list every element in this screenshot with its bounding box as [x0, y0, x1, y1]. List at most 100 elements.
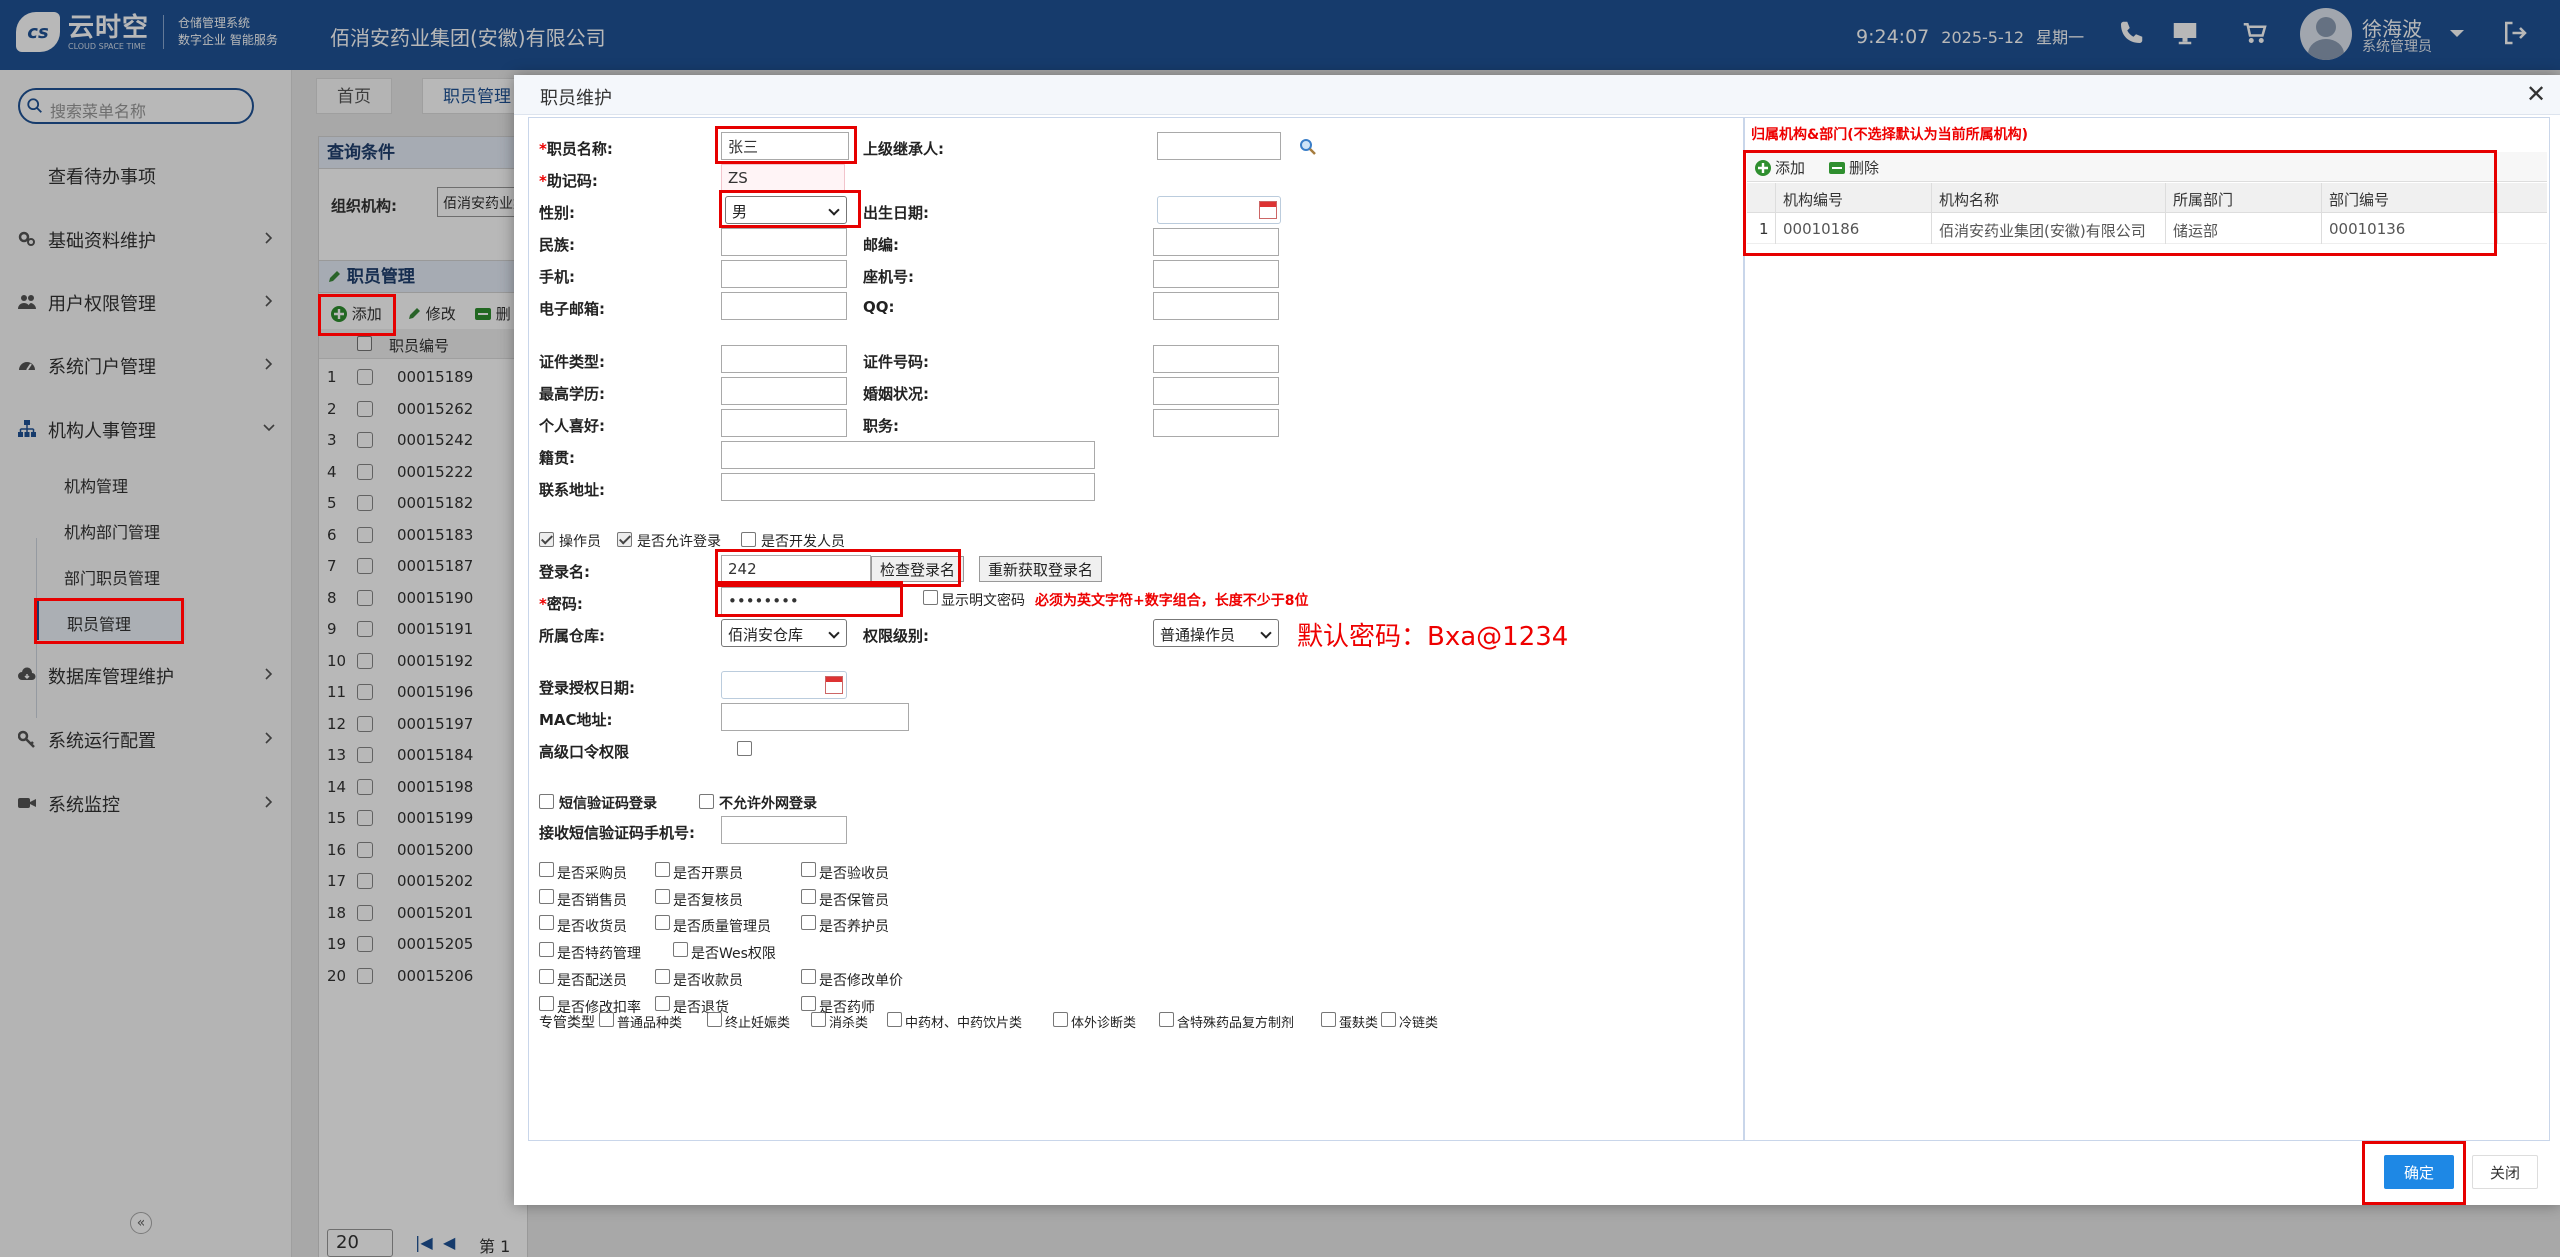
staff-form: *职员名称: 上级继承人: *助记码: 性别: 男 出生日期: 民族: 邮编: …: [528, 117, 1744, 1141]
role-checkbox[interactable]: [539, 862, 554, 877]
qq-field[interactable]: [1153, 292, 1279, 320]
special-type-label: 普通品种类: [617, 1016, 683, 1031]
login-name-label: 登录名:: [539, 563, 590, 581]
allow-login-checkbox[interactable]: [617, 532, 632, 547]
address-field[interactable]: [721, 473, 1095, 501]
role-label: 是否复核员: [673, 892, 743, 909]
mnemonic-field[interactable]: [721, 164, 845, 192]
special-type-checkbox[interactable]: [811, 1012, 826, 1027]
role-checkbox[interactable]: [801, 888, 816, 904]
org-dept-title: 归属机构&部门(不选择默认为当前所属机构): [1751, 127, 2029, 143]
landline-field[interactable]: [1153, 260, 1279, 288]
education-label: 最高学历:: [539, 385, 605, 403]
operator-checkbox[interactable]: [539, 532, 554, 547]
col-org-name: 机构名称: [1939, 191, 2000, 209]
org-add-label: 添加: [1775, 159, 1806, 177]
special-type-checkbox[interactable]: [887, 1012, 902, 1027]
mobile-field[interactable]: [721, 260, 847, 288]
id-no-label: 证件号码:: [863, 353, 929, 371]
auth-date-field[interactable]: [721, 671, 847, 699]
special-type-checkbox[interactable]: [707, 1012, 722, 1027]
row-dept: 储运部: [2173, 222, 2219, 240]
role-checkbox[interactable]: [655, 915, 670, 931]
password-rule-note: 必须为英文字符+数字组合，长度不少于8位: [1035, 593, 1309, 609]
org-dept-panel: 归属机构&部门(不选择默认为当前所属机构) 添加 删除 机构编号 机构名称 所属…: [1743, 117, 2550, 1141]
org-dept-toolbar: 添加 删除: [1747, 152, 2547, 182]
role-checkbox[interactable]: [539, 968, 554, 984]
sms-login-label: 短信验证码登录: [559, 796, 657, 812]
special-type-label: 体外诊断类: [1071, 1016, 1137, 1031]
role-checkbox[interactable]: [539, 888, 554, 904]
hobby-field[interactable]: [721, 409, 847, 437]
staff-dialog: 职员维护 ✕ *职员名称: 上级继承人: *助记码: 性别: 男 出生日期: 民…: [514, 75, 2560, 1205]
role-label: 是否验收员: [819, 866, 889, 882]
special-type-checkbox[interactable]: [1321, 1012, 1336, 1027]
close-icon[interactable]: ✕: [2526, 82, 2546, 106]
role-label: 是否配送员: [557, 972, 627, 989]
calendar-icon[interactable]: [825, 676, 843, 694]
email-field[interactable]: [721, 292, 847, 320]
nation-field[interactable]: [721, 228, 847, 256]
password-field[interactable]: [721, 587, 901, 615]
row-org-name: 佰消安药业集团(安徽)有限公司: [1939, 222, 2146, 240]
advanced-pwd-label: 高级口令权限: [539, 743, 630, 761]
role-checkbox[interactable]: [801, 995, 816, 1011]
col-dept: 所属部门: [2173, 191, 2234, 209]
superior-field[interactable]: [1157, 132, 1281, 160]
calendar-icon[interactable]: [1259, 201, 1277, 219]
confirm-button[interactable]: 确定: [2384, 1155, 2454, 1189]
login-name-field[interactable]: [721, 555, 871, 583]
permission-level-select[interactable]: 普通操作员: [1153, 619, 1279, 647]
role-checkbox[interactable]: [655, 968, 670, 984]
show-password-checkbox[interactable]: [923, 590, 938, 605]
marital-field[interactable]: [1153, 377, 1279, 405]
sms-login-checkbox[interactable]: [539, 794, 554, 809]
no-external-checkbox[interactable]: [699, 794, 714, 809]
special-type-checkbox[interactable]: [1381, 1012, 1396, 1027]
role-checkbox[interactable]: [801, 915, 816, 931]
position-field[interactable]: [1153, 409, 1279, 437]
regenerate-login-name-button[interactable]: 重新获取登录名: [979, 556, 1103, 582]
education-field[interactable]: [721, 377, 847, 405]
mac-label: MAC地址:: [539, 711, 613, 729]
search-icon[interactable]: [1299, 138, 1317, 156]
developer-checkbox[interactable]: [741, 532, 756, 547]
role-checkbox[interactable]: [539, 942, 554, 958]
native-place-field[interactable]: [721, 441, 1095, 469]
warehouse-select[interactable]: 佰消安仓库: [721, 619, 847, 647]
permission-level-value: 普通操作员: [1160, 626, 1236, 644]
postcode-field[interactable]: [1153, 228, 1279, 256]
special-type-checkbox[interactable]: [1053, 1012, 1068, 1027]
birth-date-field[interactable]: [1157, 196, 1281, 224]
org-dept-row[interactable]: 1 00010186 佰消安药业集团(安徽)有限公司 储运部 00010136: [1747, 214, 2547, 244]
role-label: 是否保管员: [819, 892, 889, 909]
id-no-field[interactable]: [1153, 345, 1279, 373]
role-checkbox[interactable]: [673, 942, 688, 958]
close-button[interactable]: 关闭: [2472, 1155, 2538, 1189]
org-add-button[interactable]: 添加: [1755, 157, 1805, 177]
role-checkbox[interactable]: [655, 862, 670, 877]
gender-value: 男: [732, 203, 748, 221]
password-label: *密码:: [539, 595, 583, 613]
qq-label: QQ:: [863, 298, 895, 316]
role-checkbox[interactable]: [655, 888, 670, 904]
role-checkbox[interactable]: [539, 995, 554, 1011]
mac-field[interactable]: [721, 703, 909, 731]
org-delete-button[interactable]: 删除: [1829, 157, 1879, 177]
check-login-name-button[interactable]: 检查登录名: [871, 556, 965, 582]
role-checkbox[interactable]: [539, 915, 554, 931]
advanced-pwd-checkbox[interactable]: [737, 741, 752, 756]
row-index: 1: [1759, 220, 1769, 238]
special-type-checkbox[interactable]: [1159, 1012, 1174, 1027]
special-type-label: 专管类型: [539, 1015, 595, 1031]
role-checkbox[interactable]: [801, 968, 816, 984]
special-type-checkbox[interactable]: [599, 1012, 614, 1027]
native-place-label: 籍贯:: [539, 449, 575, 467]
gender-select[interactable]: 男: [725, 196, 847, 224]
sms-phone-field[interactable]: [721, 816, 847, 844]
role-label: 是否Wes权限: [691, 946, 776, 963]
name-field[interactable]: [721, 132, 849, 160]
role-checkbox[interactable]: [801, 862, 816, 877]
role-checkbox[interactable]: [655, 995, 670, 1011]
id-type-field[interactable]: [721, 345, 847, 373]
